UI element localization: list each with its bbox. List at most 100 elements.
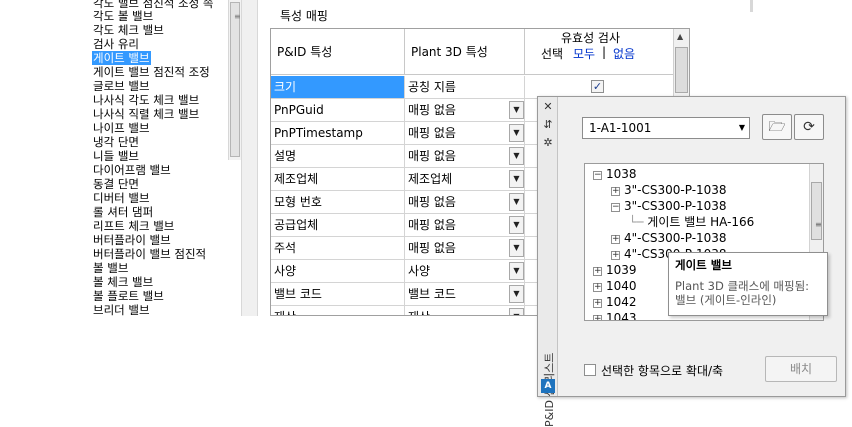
tree-scrollbar[interactable]: ≡ (228, 0, 241, 160)
zoom-to-selection-checkbox[interactable] (584, 364, 596, 376)
line-tree-label: 1043 (606, 311, 637, 321)
tree-item[interactable]: 니들 밸브 (92, 149, 140, 163)
select-prefix: 선택 (541, 47, 564, 61)
plant3d-property-combo[interactable]: 밸브 코드 ▼ (405, 283, 525, 305)
tree-item[interactable]: 각도 체크 밸브 (92, 23, 165, 37)
tree-item[interactable]: 게이트 밸브 점진적 조정 (92, 65, 211, 79)
autohide-icon[interactable]: ⇵ (542, 119, 554, 131)
chevron-down-icon[interactable]: ▼ (509, 170, 524, 188)
chevron-down-icon[interactable]: ▼ (509, 262, 524, 280)
validation-cell[interactable]: ✓ (525, 76, 675, 98)
combo-value: 매핑 없음 (408, 103, 456, 117)
line-group-select[interactable]: 1-A1-1001 ▼ (582, 117, 750, 139)
tree-item[interactable]: 디버터 밸브 (92, 191, 151, 205)
line-tree-item[interactable]: +4"-CS300-P-1038 (611, 230, 727, 246)
chevron-down-icon[interactable]: ▼ (509, 239, 524, 257)
line-tree-item[interactable]: └─ 게이트 밸브 HA-166 (629, 214, 754, 230)
plant3d-property-combo[interactable]: 매핑 없음 ▼ (405, 237, 525, 259)
plant3d-property-combo[interactable]: 매핑 없음 ▼ (405, 99, 525, 121)
tree-item[interactable]: 버터플라이 밸브 (92, 233, 172, 247)
pid-property-cell[interactable]: 밸브 코드 (271, 283, 405, 305)
chevron-down-icon[interactable]: ▼ (509, 285, 524, 303)
palette-titlebar[interactable]: ✕ ⇵ ✲ P&ID 선 리스트 A (538, 97, 558, 427)
chevron-down-icon[interactable]: ▼ (509, 101, 524, 119)
line-tree-item[interactable]: −3"-CS300-P-1038 (611, 198, 727, 214)
pid-property-cell[interactable]: PnPGuid (271, 99, 405, 121)
tree-item[interactable]: 볼 플로트 밸브 (92, 289, 165, 303)
tree-item[interactable]: 롤 셔터 댐퍼 (92, 205, 154, 219)
tree-item[interactable]: 볼 밸브 (92, 261, 129, 275)
scrollbar-thumb[interactable]: ≡ (811, 182, 822, 240)
header-pid: P&ID 특성 (271, 29, 405, 75)
properties-icon[interactable]: ✲ (542, 137, 554, 149)
line-tree-item[interactable]: +3"-CS300-P-1038 (611, 182, 727, 198)
line-tree-label: 1042 (606, 295, 637, 309)
pid-property-cell[interactable]: 모형 번호 (271, 191, 405, 213)
tree-item[interactable]: 각도 볼 밸브 (92, 9, 154, 23)
plant3d-property-combo[interactable]: 매핑 없음 ▼ (405, 214, 525, 236)
plant3d-property-combo[interactable]: 재산 ▼ (405, 306, 525, 315)
place-button[interactable]: 배치 (765, 356, 837, 382)
collapse-icon[interactable]: − (593, 171, 602, 180)
chevron-down-icon[interactable]: ▼ (509, 124, 524, 142)
refresh-button[interactable]: ⟳ (794, 114, 824, 140)
expand-icon[interactable]: + (593, 315, 602, 320)
plant3d-property-combo[interactable]: 매핑 없음 ▼ (405, 122, 525, 144)
line-tree-item[interactable]: +1040 (593, 278, 637, 294)
line-tree-item[interactable]: −1038 (593, 166, 637, 182)
scrollbar-thumb[interactable]: ≡ (230, 2, 241, 157)
header-plant3d: Plant 3D 특성 (405, 29, 525, 75)
tree-item[interactable]: 다이어프램 밸브 (92, 163, 172, 177)
plant3d-property-cell[interactable]: 공칭 지름 (405, 76, 525, 98)
plant3d-property-combo[interactable]: 제조업체 ▼ (405, 168, 525, 190)
line-tree-item[interactable]: +1042 (593, 294, 637, 310)
tree-item[interactable]: 검사 유리 (92, 37, 140, 51)
open-drawing-button[interactable]: 🗁 (762, 114, 792, 140)
validation-checkbox[interactable]: ✓ (591, 80, 604, 93)
plant3d-property-combo[interactable]: 사양 ▼ (405, 260, 525, 282)
combo-value: 밸브 코드 (408, 287, 456, 301)
pid-property-cell[interactable]: 설명 (271, 145, 405, 167)
tree-item[interactable]: 버터플라이 밸브 점진적 (92, 247, 207, 261)
line-tree-label: 4"-CS300-P-1038 (624, 231, 727, 245)
tree-item[interactable]: 나이프 밸브 (92, 121, 151, 135)
chevron-down-icon[interactable]: ▼ (509, 216, 524, 234)
expand-icon[interactable]: + (611, 235, 620, 244)
line-tree-item[interactable]: +1039 (593, 262, 637, 278)
tree-item[interactable]: 브리더 밸브 (92, 303, 151, 316)
expand-icon[interactable]: + (593, 299, 602, 308)
select-all-link[interactable]: 모두 (573, 45, 595, 62)
collapse-icon[interactable]: − (611, 203, 620, 212)
pid-property-cell[interactable]: 크기 (271, 76, 405, 98)
plant3d-property-combo[interactable]: 매핑 없음 ▼ (405, 145, 525, 167)
scrollbar-thumb[interactable] (675, 47, 688, 93)
tree-item[interactable]: 볼 체크 밸브 (92, 275, 154, 289)
line-group-value: 1-A1-1001 (589, 121, 652, 135)
select-none-link[interactable]: 없음 (613, 45, 635, 62)
tree-item[interactable]: 동결 단면 (92, 177, 140, 191)
chevron-down-icon[interactable]: ▼ (509, 308, 524, 315)
expand-icon[interactable]: + (611, 251, 620, 260)
close-icon[interactable]: ✕ (542, 101, 554, 113)
expand-icon[interactable]: + (593, 267, 602, 276)
chevron-down-icon[interactable]: ▼ (509, 193, 524, 211)
pid-property-cell[interactable]: 제조업체 (271, 168, 405, 190)
pid-property-cell[interactable]: 재산 (271, 306, 405, 315)
tree-item[interactable]: 나사식 직렬 체크 밸브 (92, 107, 200, 121)
tree-item[interactable]: 나사식 각도 체크 밸브 (92, 93, 200, 107)
pid-property-cell[interactable]: PnPTimestamp (271, 122, 405, 144)
pid-property-cell[interactable]: 공급업체 (271, 214, 405, 236)
chevron-down-icon[interactable]: ▼ (509, 147, 524, 165)
tree-item[interactable]: 냉각 단면 (92, 135, 140, 149)
plant3d-property-combo[interactable]: 매핑 없음 ▼ (405, 191, 525, 213)
pid-property-cell[interactable]: 주석 (271, 237, 405, 259)
tree-item[interactable]: 리프트 체크 밸브 (92, 219, 175, 233)
expand-icon[interactable]: + (593, 283, 602, 292)
tree-item-selected[interactable]: 게이트 밸브 (92, 51, 151, 65)
expand-icon[interactable]: + (611, 187, 620, 196)
line-tree-item[interactable]: +1043 (593, 310, 637, 321)
pid-property-cell[interactable]: 사양 (271, 260, 405, 282)
scroll-up-icon[interactable]: ▲ (677, 32, 683, 41)
combo-value: 매핑 없음 (408, 218, 456, 232)
tree-item[interactable]: 글로브 밸브 (92, 79, 151, 93)
